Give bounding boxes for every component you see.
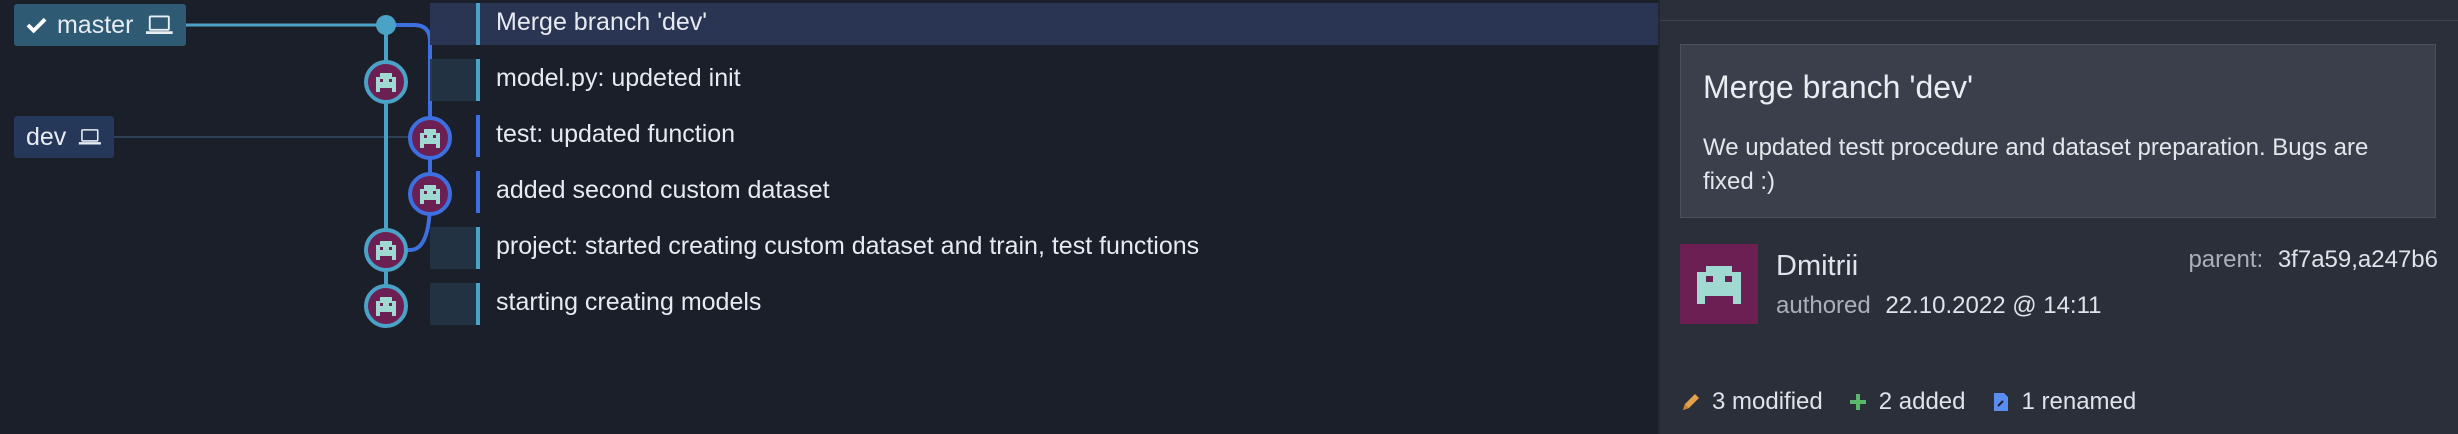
lane-color-bar [476, 115, 480, 157]
lane-marker [430, 227, 478, 269]
lane-marker [430, 283, 478, 325]
commit-description: We updated testt procedure and dataset p… [1703, 134, 2369, 195]
renamed-count: 1 renamed [2021, 388, 2137, 415]
avatar-icon [1697, 266, 1741, 304]
file-change-stats: 3 modified 2 added 1 renamed [1680, 388, 2160, 416]
commit-row[interactable]: model.py: updeted init [0, 56, 1658, 112]
added-stat[interactable]: 2 added [1847, 388, 1966, 416]
commit-message: project: started creating custom dataset… [496, 232, 1200, 260]
commit-date: 22.10.2022 @ 14:11 [1885, 292, 2102, 319]
modified-stat[interactable]: 3 modified [1680, 388, 1823, 416]
authored-line: authored 22.10.2022 @ 14:11 [1776, 292, 2102, 320]
renamed-stat[interactable]: 1 renamed [1990, 388, 2137, 416]
plus-icon [1849, 394, 1866, 410]
parent-info: parent: 3f7a59,a247b6 [2188, 246, 2438, 274]
author-name: Dmitrii [1776, 250, 1859, 282]
commit-message: added second custom dataset [496, 176, 830, 204]
commit-message: starting creating models [496, 288, 762, 316]
commit-row[interactable]: Merge branch 'dev' [0, 0, 1658, 56]
pencil-icon [1683, 394, 1699, 410]
commit-message: Merge branch 'dev' [496, 8, 708, 36]
commit-message-card: Merge branch 'dev' We updated testt proc… [1680, 44, 2436, 218]
commit-row[interactable]: added second custom dataset [0, 168, 1658, 224]
commit-message: model.py: updeted init [496, 64, 741, 92]
lane-color-bar [476, 3, 480, 45]
commit-row[interactable]: project: started creating custom dataset… [0, 224, 1658, 280]
authored-label: authored [1776, 292, 1871, 319]
lane-color-bar [476, 59, 480, 101]
commit-row[interactable]: starting creating models [0, 280, 1658, 336]
author-avatar [1680, 244, 1758, 324]
commit-title: Merge branch 'dev' [1703, 69, 1974, 105]
lane-color-bar [476, 283, 480, 325]
modified-count: 3 modified [1712, 388, 1823, 415]
commit-message: test: updated function [496, 120, 736, 148]
divider [1660, 20, 2458, 21]
added-count: 2 added [1878, 388, 1966, 415]
renamed-file-icon [1993, 393, 2008, 411]
commit-row[interactable]: test: updated function [0, 112, 1658, 168]
lane-marker [430, 59, 478, 101]
commit-details-panel: Merge branch 'dev' We updated testt proc… [1658, 0, 2458, 434]
parent-label: parent: [2188, 246, 2264, 273]
lane-color-bar [476, 227, 480, 269]
lane-color-bar [476, 171, 480, 213]
commit-graph-panel: master dev Merge branch 'dev' model.py: … [0, 0, 1658, 434]
parent-hashes[interactable]: 3f7a59,a247b6 [2278, 246, 2438, 273]
